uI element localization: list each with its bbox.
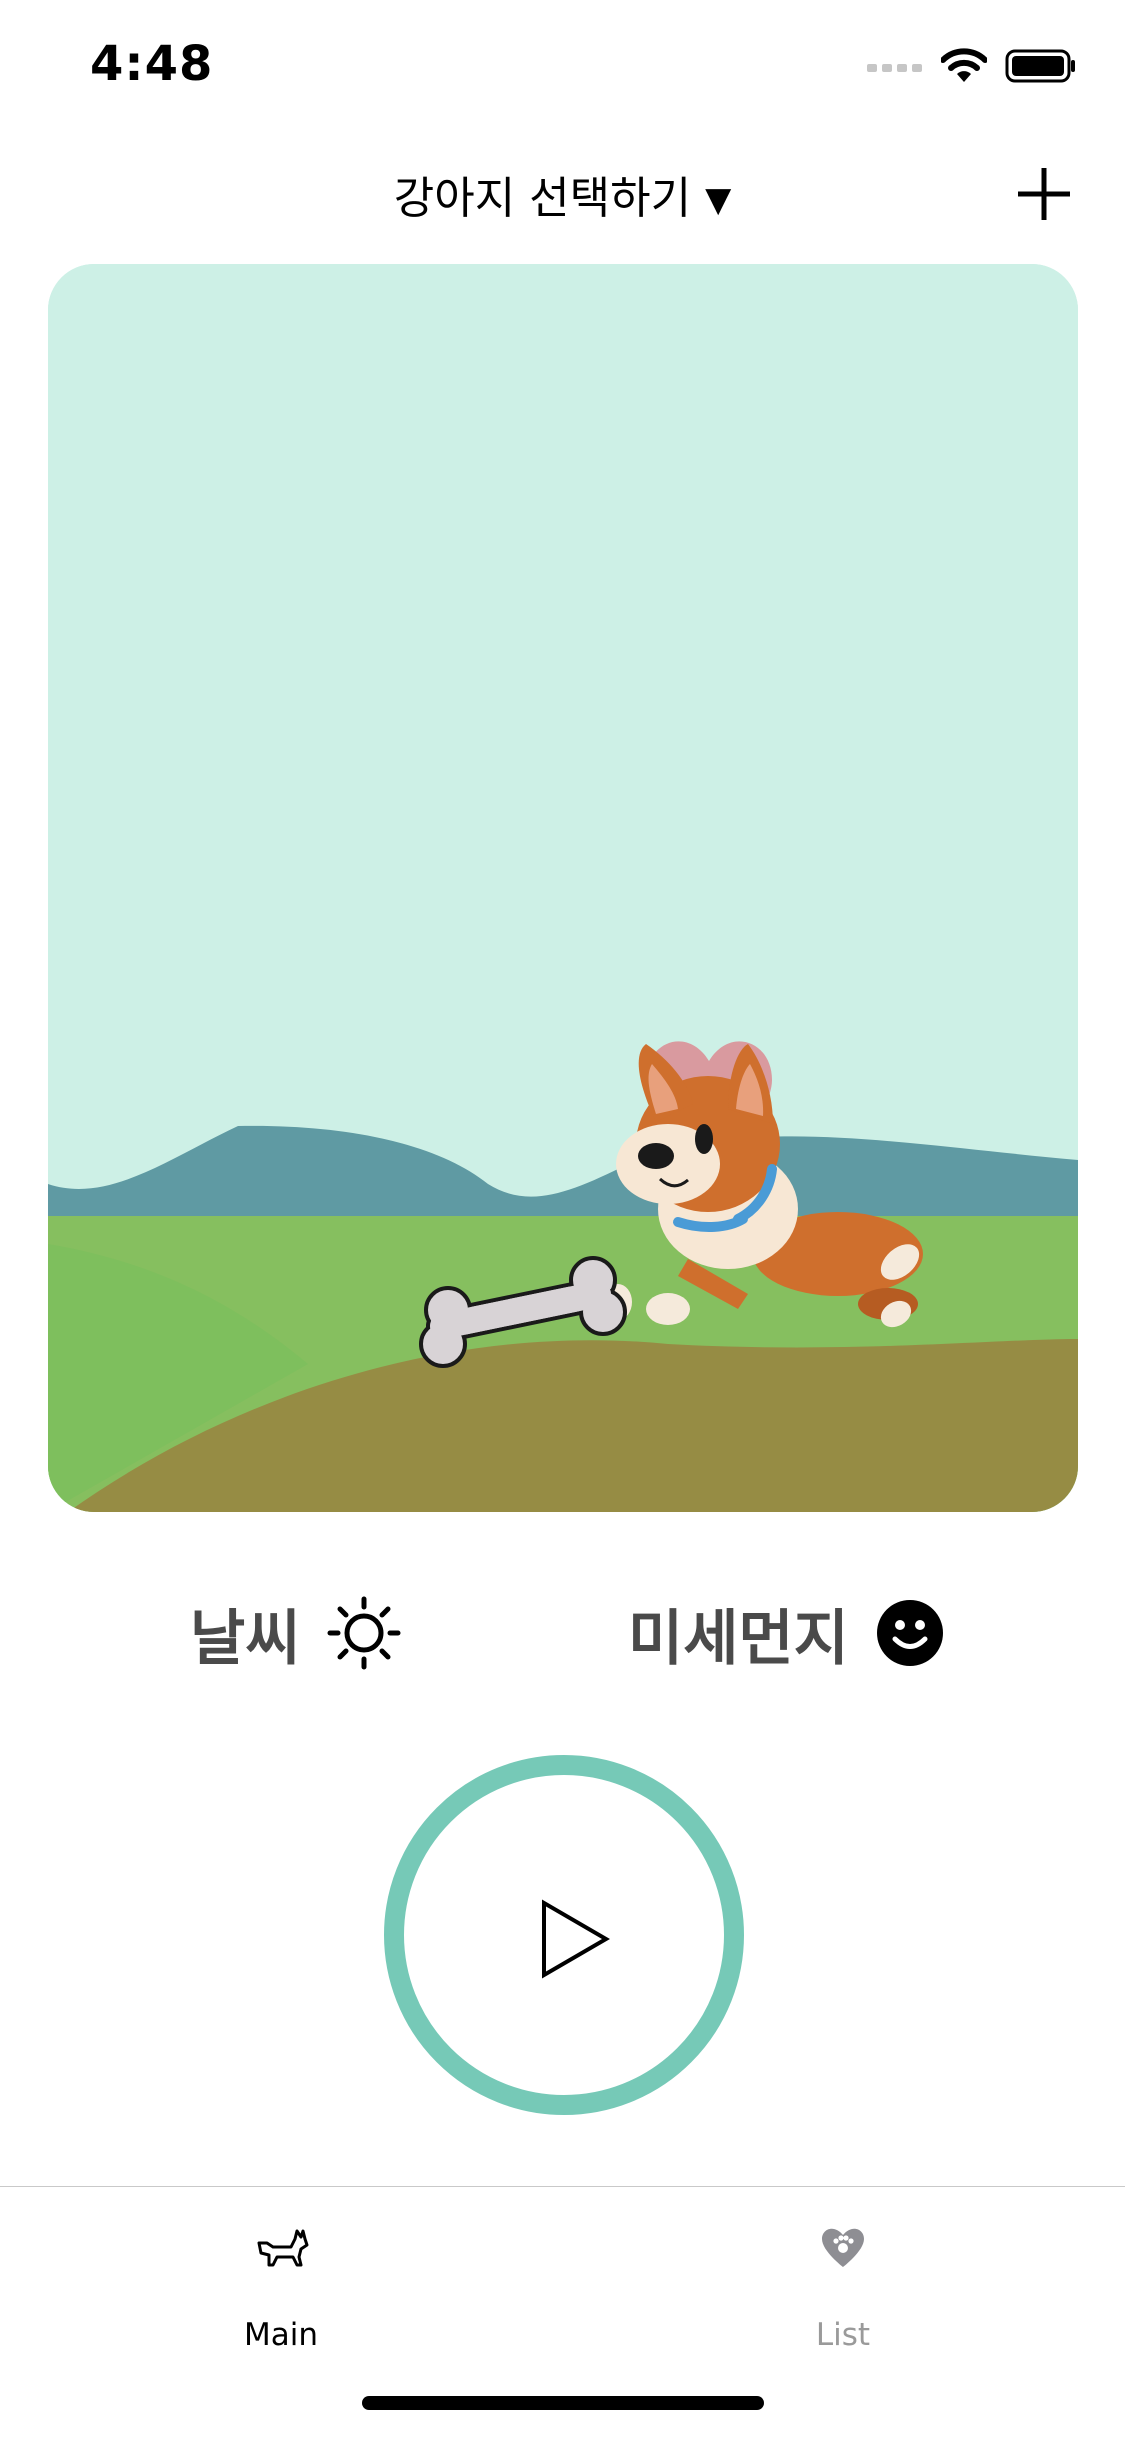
smiley-icon <box>876 1600 943 1666</box>
dog-selector-label: 강아지 선택하기 <box>393 173 692 224</box>
add-dog-button[interactable] <box>1014 164 1074 224</box>
dog-scene-illustration <box>48 264 1078 1512</box>
tab-main[interactable]: Main <box>141 2207 421 2357</box>
wifi-icon <box>941 48 987 82</box>
home-indicator <box>362 2396 764 2410</box>
play-icon <box>542 1899 610 1979</box>
weather-status: 날씨 <box>190 1588 402 1678</box>
weather-label: 날씨 <box>190 1603 301 1674</box>
battery-icon <box>1005 49 1075 83</box>
status-time: 4:48 <box>90 36 214 92</box>
sun-icon <box>327 1596 401 1670</box>
dog-icon <box>257 2229 309 2267</box>
play-button[interactable] <box>384 1755 744 2115</box>
heart-paw-icon <box>822 2228 864 2267</box>
tab-main-label: Main <box>243 2317 318 2353</box>
cellular-signal-icon <box>867 64 922 72</box>
dust-status: 미세먼지 <box>628 1588 945 1678</box>
dust-label: 미세먼지 <box>628 1603 849 1674</box>
tab-list-label: List <box>815 2317 871 2353</box>
dog-selector-dropdown[interactable]: 강아지 선택하기 ▼ <box>0 162 1125 226</box>
plus-icon <box>1018 168 1070 220</box>
tab-list[interactable]: List <box>703 2207 983 2357</box>
status-icons <box>867 46 1077 86</box>
dropdown-arrow-icon: ▼ <box>705 180 732 220</box>
